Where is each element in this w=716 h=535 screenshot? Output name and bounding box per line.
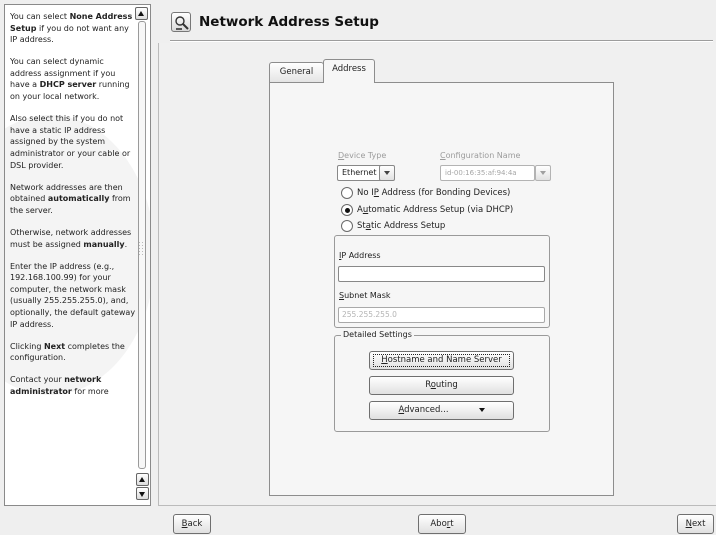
help-pane: You can select None Address Setup if you… [4, 4, 151, 506]
advanced-button[interactable]: Advanced... [369, 401, 514, 420]
abort-button[interactable]: Abort [418, 514, 466, 534]
abort-label: Abort [430, 519, 454, 529]
device-type-dropdown-icon[interactable] [379, 165, 395, 181]
radio-dhcp-label: Automatic Address Setup (via DHCP) [357, 205, 514, 215]
hostname-nameserver-button[interactable]: Hostname and Name Server [369, 351, 514, 370]
radio-dhcp[interactable]: Automatic Address Setup (via DHCP) [341, 204, 541, 218]
tab-general-label: General [279, 67, 314, 77]
help-paragraph: Enter the IP address (e.g., 192.168.100.… [10, 261, 136, 331]
help-paragraph: Clicking Next completes the configuratio… [10, 341, 136, 364]
help-text-run: Also select this if you do not have a st… [10, 114, 131, 170]
radio-static[interactable]: Static Address Setup [341, 220, 541, 234]
tab-address-label: Address [332, 64, 366, 74]
help-paragraph: Otherwise, network addresses must be ass… [10, 227, 136, 250]
radio-dhcp-button[interactable] [341, 204, 353, 216]
help-text-run: Contact your [10, 375, 65, 385]
scroll-up-button[interactable] [135, 7, 148, 20]
config-name-label: Configuration Name [440, 151, 520, 160]
radio-no-ip-button[interactable] [341, 187, 353, 199]
help-text-run: Clicking [10, 341, 44, 351]
help-bold-text: automatically [47, 194, 110, 204]
device-type-label-text: evice Type [344, 151, 387, 160]
device-type-value: Ethernet [342, 168, 377, 177]
next-button[interactable]: Next [677, 514, 714, 534]
help-paragraph: Contact your network administrator for m… [10, 374, 136, 397]
help-bold-text: manually [83, 239, 125, 249]
network-config-icon [171, 12, 191, 32]
subnet-mask-input[interactable]: 255.255.255.0 [338, 307, 545, 323]
help-paragraph: Also select this if you do not have a st… [10, 113, 136, 171]
help-bold-text: Next [43, 341, 66, 351]
subnet-mask-label: Subnet Mask [339, 291, 391, 300]
back-label: Back [181, 519, 203, 529]
config-name-dropdown-icon [535, 165, 551, 181]
routing-label: Routing [425, 380, 458, 390]
radio-no-ip-label: No IP Address (for Bonding Devices) [357, 188, 511, 198]
radio-no-ip[interactable]: No IP Address (for Bonding Devices) [341, 187, 541, 201]
advanced-label: Advanced... [398, 405, 449, 415]
help-paragraph: Network addresses are then obtained auto… [10, 182, 136, 217]
help-paragraph: You can select dynamic address assignmen… [10, 56, 136, 102]
back-button[interactable]: Back [173, 514, 211, 534]
help-text-run: . [124, 239, 128, 249]
tab-general[interactable]: General [269, 62, 324, 82]
help-scroll-up-button[interactable] [136, 473, 149, 486]
ip-address-label: IP Address [339, 251, 381, 260]
scrollbar-grip-icon [138, 241, 144, 257]
help-text-run: You can select [10, 12, 70, 21]
ip-address-input[interactable] [338, 266, 545, 282]
subnet-mask-value: 255.255.255.0 [342, 310, 397, 319]
help-scrollbar[interactable] [135, 7, 148, 503]
help-paragraph: You can select None Address Setup if you… [10, 11, 136, 46]
config-name-select: id-00:16:35:af:94:4a [440, 165, 535, 181]
focus-ring [373, 354, 510, 367]
chevron-down-icon [478, 407, 485, 412]
help-bold-text: DHCP server [39, 80, 97, 90]
help-text-run: for more [71, 386, 109, 396]
help-text: You can select None Address Setup if you… [10, 11, 136, 408]
next-label: Next [685, 519, 706, 529]
detailed-settings-label: Detailed Settings [341, 330, 414, 339]
routing-button[interactable]: Routing [369, 376, 514, 395]
radio-static-button[interactable] [341, 220, 353, 232]
page-title: Network Address Setup [199, 14, 379, 30]
help-scroll-down-button[interactable] [136, 487, 149, 500]
help-text-run: Enter the IP address (e.g., 192.168.100.… [10, 261, 136, 329]
tab-address[interactable]: Address [323, 59, 375, 83]
title-divider [170, 40, 713, 42]
radio-static-label: Static Address Setup [357, 221, 446, 231]
device-type-select[interactable]: Ethernet [337, 165, 384, 181]
device-type-label: Device Type [338, 151, 386, 160]
config-name-label-text: onfiguration Name [445, 151, 521, 160]
config-name-value: id-00:16:35:af:94:4a [445, 169, 517, 177]
